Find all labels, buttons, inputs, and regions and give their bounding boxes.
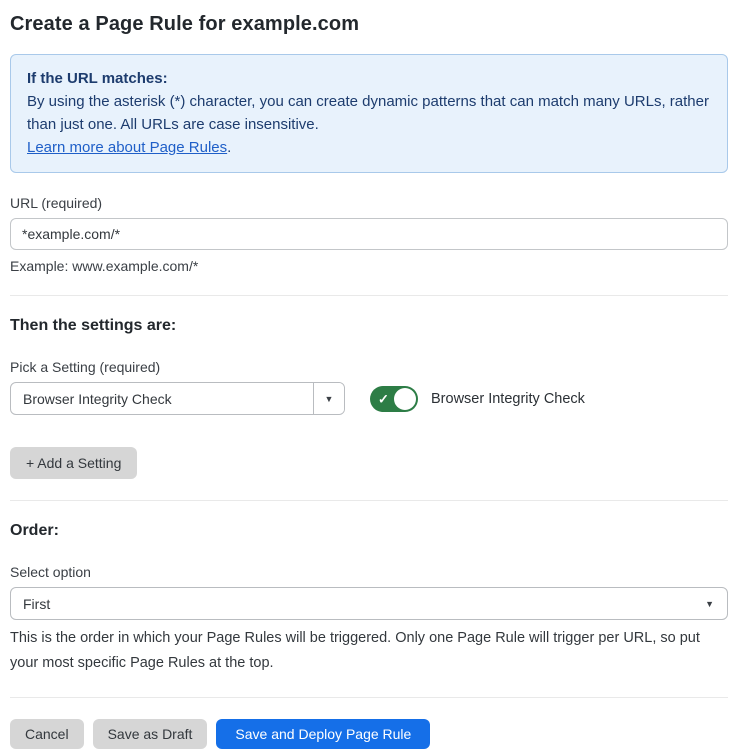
page-title: Create a Page Rule for example.com xyxy=(10,13,728,36)
setting-row: Browser Integrity Check ▼ ✓ Browser Inte… xyxy=(10,382,728,415)
save-as-draft-button[interactable]: Save as Draft xyxy=(93,719,208,749)
order-select[interactable]: First ▼ xyxy=(10,587,728,620)
chevron-down-icon: ▼ xyxy=(705,599,714,609)
save-and-deploy-button[interactable]: Save and Deploy Page Rule xyxy=(216,719,430,749)
settings-section-heading: Then the settings are: xyxy=(10,317,728,335)
setting-dropdown-value: Browser Integrity Check xyxy=(11,383,313,414)
add-setting-button[interactable]: + Add a Setting xyxy=(10,447,137,479)
toggle-label: Browser Integrity Check xyxy=(431,391,585,407)
footer-buttons: Cancel Save as Draft Save and Deploy Pag… xyxy=(10,719,728,749)
learn-more-link[interactable]: Learn more about Page Rules xyxy=(27,139,227,156)
info-box-heading: If the URL matches: xyxy=(27,67,711,90)
info-box-body: By using the asterisk (*) character, you… xyxy=(27,90,711,136)
url-input[interactable] xyxy=(10,218,728,250)
divider xyxy=(10,295,728,296)
divider xyxy=(10,697,728,698)
toggle-knob xyxy=(394,388,416,410)
browser-integrity-toggle[interactable]: ✓ xyxy=(370,386,418,412)
order-section-heading: Order: xyxy=(10,522,728,540)
url-matches-info-box: If the URL matches: By using the asteris… xyxy=(10,54,728,173)
divider xyxy=(10,500,728,501)
cancel-button[interactable]: Cancel xyxy=(10,719,84,749)
order-select-value: First xyxy=(23,596,50,612)
page-rule-form: Create a Page Rule for example.com If th… xyxy=(0,0,750,749)
setting-dropdown[interactable]: Browser Integrity Check ▼ xyxy=(10,382,345,415)
link-period: . xyxy=(227,139,231,156)
pick-setting-label: Pick a Setting (required) xyxy=(10,359,728,375)
info-box-link-line: Learn more about Page Rules. xyxy=(27,136,711,159)
checkmark-icon: ✓ xyxy=(378,392,389,405)
chevron-down-icon[interactable]: ▼ xyxy=(313,383,344,414)
order-description: This is the order in which your Page Rul… xyxy=(10,626,728,676)
url-field-label: URL (required) xyxy=(10,195,728,211)
select-option-label: Select option xyxy=(10,564,728,580)
url-example-helper: Example: www.example.com/* xyxy=(10,258,728,274)
